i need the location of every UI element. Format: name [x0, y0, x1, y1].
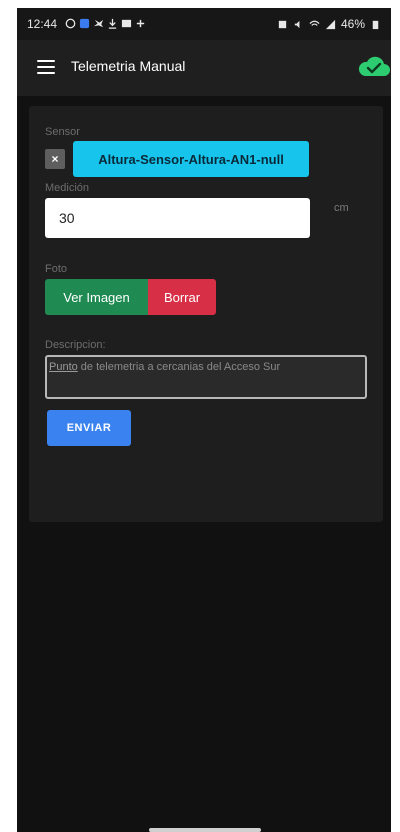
medicion-input[interactable] — [45, 198, 310, 238]
download-icon — [108, 18, 117, 29]
phone-screen: 12:44 46% Telemetria Manual Sensor × Alt… — [17, 8, 391, 832]
descripcion-first-word: Punto — [49, 361, 78, 373]
vpn-icon — [136, 19, 145, 28]
notification-icons — [65, 18, 146, 29]
descripcion-text: de telemetria a cercanias del Acceso Sur — [77, 361, 281, 373]
descripcion-label: Descripcion: — [45, 339, 106, 351]
battery-percent: 46% — [340, 17, 365, 31]
medicion-unit: cm — [334, 202, 349, 214]
gallery-icon — [121, 19, 132, 28]
nfc-icon — [278, 20, 287, 28]
whatsapp-icon — [65, 18, 76, 29]
twitter-icon — [93, 19, 104, 28]
wifi-icon — [309, 20, 320, 26]
enviar-button[interactable]: ENVIAR — [47, 410, 131, 446]
status-bar: 12:44 46% — [17, 8, 391, 40]
hamburger-menu-icon[interactable] — [37, 60, 55, 75]
sensor-label: Sensor — [45, 126, 80, 138]
app-notification-icon — [79, 18, 90, 29]
clear-sensor-button[interactable]: × — [45, 149, 65, 169]
medicion-label: Medición — [45, 182, 90, 194]
descripcion-textarea[interactable]: Punto de telemetria a cercanias del Acce… — [45, 355, 367, 399]
status-time: 12:44 — [27, 17, 58, 31]
close-icon: × — [51, 152, 59, 166]
battery-icon — [372, 20, 379, 29]
sensor-select[interactable]: Altura-Sensor-Altura-AN1-null — [73, 141, 309, 177]
ver-imagen-button[interactable]: Ver Imagen — [45, 279, 148, 315]
system-status: 46% — [277, 17, 381, 31]
cloud-check-icon[interactable] — [357, 54, 391, 78]
borrar-button[interactable]: Borrar — [148, 279, 216, 315]
app-bar: Telemetria Manual — [17, 40, 391, 96]
page-title: Telemetria Manual — [71, 58, 186, 74]
foto-label: Foto — [45, 263, 68, 275]
home-indicator[interactable] — [149, 828, 261, 832]
sensor-value: Altura-Sensor-Altura-AN1-null — [98, 151, 284, 167]
mute-icon — [294, 20, 300, 28]
signal-icon — [325, 19, 336, 29]
